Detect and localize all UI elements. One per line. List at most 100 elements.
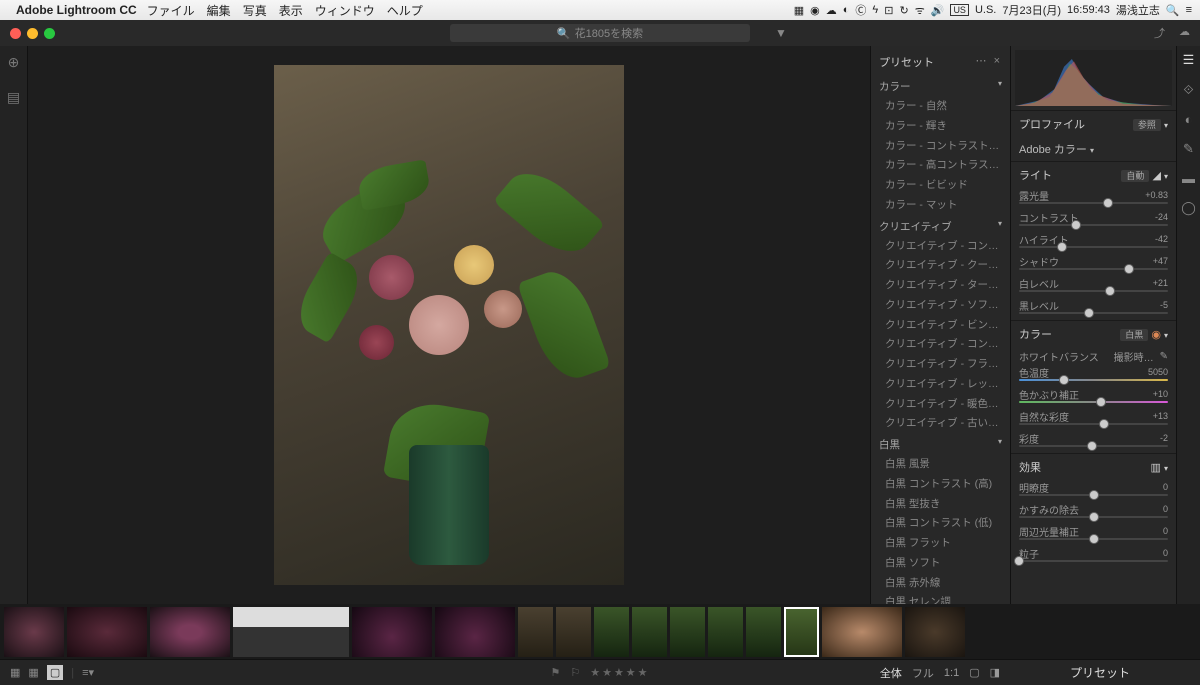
- thumbnail[interactable]: [352, 607, 432, 657]
- thumbnail[interactable]: [670, 607, 705, 657]
- preset-button[interactable]: プリセット: [1010, 664, 1190, 681]
- thumbnail[interactable]: [632, 607, 667, 657]
- flag-reject-icon[interactable]: ⚐: [570, 666, 580, 679]
- preset-item[interactable]: カラー - 高コントラスト…: [879, 156, 1002, 176]
- slider-track[interactable]: [1019, 202, 1168, 204]
- notification-icon[interactable]: ≡: [1186, 4, 1192, 16]
- bw-button[interactable]: 白黒: [1120, 329, 1148, 341]
- auto-button[interactable]: 自動: [1121, 170, 1149, 182]
- preset-item[interactable]: カラー - コントラスト (高): [879, 137, 1002, 157]
- wb-dropdown[interactable]: 撮影時…: [1114, 349, 1154, 364]
- status-icon[interactable]: ⊡: [884, 4, 893, 17]
- preset-item[interactable]: 白黒 セレン調: [879, 593, 1002, 604]
- slider-thumb[interactable]: [1096, 397, 1106, 407]
- preset-item[interactable]: 白黒 風景: [879, 455, 1002, 475]
- thumbnail[interactable]: [233, 607, 349, 657]
- thumbnail[interactable]: [708, 607, 743, 657]
- preset-item[interactable]: クリエイティブ - ターコ…: [879, 276, 1002, 296]
- slider-thumb[interactable]: [1087, 441, 1097, 451]
- status-icon[interactable]: ᯤ: [915, 3, 925, 18]
- rating-stars[interactable]: ★★★★★: [590, 666, 649, 679]
- slider-track[interactable]: [1019, 379, 1168, 381]
- profile-browse-button[interactable]: 参照: [1133, 119, 1161, 131]
- search-input[interactable]: 🔍 花1805を検索: [450, 24, 750, 42]
- preset-item[interactable]: 白黒 型抜き: [879, 495, 1002, 515]
- preset-item[interactable]: クリエイティブ - コント…: [879, 237, 1002, 257]
- chevron-down-icon[interactable]: ▾: [1164, 121, 1168, 130]
- slider-track[interactable]: [1019, 312, 1168, 314]
- thumbnail[interactable]: [594, 607, 629, 657]
- preset-item[interactable]: クリエイティブ - ビンテ…: [879, 316, 1002, 336]
- fullscreen-button[interactable]: [44, 28, 55, 39]
- minimize-button[interactable]: [27, 28, 38, 39]
- slider-thumb[interactable]: [1059, 375, 1069, 385]
- menu-edit[interactable]: 編集: [207, 2, 231, 19]
- slider-thumb[interactable]: [1057, 242, 1067, 252]
- preset-item[interactable]: クリエイティブ - ソフト…: [879, 296, 1002, 316]
- menu-photo[interactable]: 写真: [243, 2, 267, 19]
- menu-file[interactable]: ファイル: [147, 2, 195, 19]
- menu-help[interactable]: ヘルプ: [387, 2, 423, 19]
- preset-item[interactable]: 白黒 コントラスト (高): [879, 475, 1002, 495]
- grid-view-icon[interactable]: ▦: [28, 666, 38, 679]
- presets-close-icon[interactable]: ×: [994, 55, 1002, 67]
- color-section-title[interactable]: カラー: [1019, 326, 1052, 342]
- status-icon[interactable]: ϟ: [872, 4, 878, 16]
- add-photo-icon[interactable]: ⊕: [8, 54, 20, 71]
- close-button[interactable]: [10, 28, 21, 39]
- preset-item[interactable]: カラー - ビビッド: [879, 176, 1002, 196]
- slider-track[interactable]: [1019, 224, 1168, 226]
- heal-icon[interactable]: ◐: [1185, 112, 1193, 127]
- thumbnail-selected[interactable]: [784, 607, 819, 657]
- thumbnail[interactable]: [150, 607, 230, 657]
- slider-track[interactable]: [1019, 494, 1168, 496]
- thumbnail[interactable]: [67, 607, 147, 657]
- slider-thumb[interactable]: [1103, 198, 1113, 208]
- flag-pick-icon[interactable]: ⚑: [550, 666, 560, 679]
- linear-gradient-icon[interactable]: ▬: [1182, 171, 1195, 186]
- chevron-down-icon[interactable]: ▾: [1164, 464, 1168, 473]
- slider-thumb[interactable]: [1089, 512, 1099, 522]
- preset-group[interactable]: クリエイティブ▾: [879, 216, 1002, 237]
- status-icon[interactable]: ☁: [826, 4, 837, 17]
- histogram[interactable]: [1015, 50, 1172, 106]
- preset-item[interactable]: 白黒 ソフト: [879, 554, 1002, 574]
- preset-group[interactable]: カラー▾: [879, 76, 1002, 97]
- share-icon[interactable]: ⤴: [1154, 25, 1165, 41]
- thumbnail[interactable]: [822, 607, 902, 657]
- slider-thumb[interactable]: [1014, 556, 1024, 566]
- chevron-down-icon[interactable]: ▾: [1164, 172, 1168, 181]
- zoom-fit[interactable]: 全体: [880, 665, 902, 681]
- chevron-down-icon[interactable]: ▾: [1164, 331, 1168, 340]
- single-view-icon[interactable]: ▢: [47, 665, 63, 680]
- slider-track[interactable]: [1019, 445, 1168, 447]
- username[interactable]: 湯浅立志: [1116, 2, 1160, 18]
- slider-track[interactable]: [1019, 538, 1168, 540]
- cloud-icon[interactable]: ☁: [1179, 25, 1190, 41]
- slider-track[interactable]: [1019, 268, 1168, 270]
- chevron-down-icon[interactable]: ▾: [1090, 146, 1094, 155]
- preset-item[interactable]: クリエイティブ - 暖色シ…: [879, 395, 1002, 415]
- status-icon[interactable]: 🔊: [931, 4, 945, 17]
- preset-item[interactable]: クリエイティブ - レッド…: [879, 375, 1002, 395]
- preset-item[interactable]: クリエイティブ - クール…: [879, 256, 1002, 276]
- light-section-title[interactable]: ライト: [1019, 167, 1052, 183]
- slider-thumb[interactable]: [1124, 264, 1134, 274]
- status-icon[interactable]: ◉: [810, 4, 820, 17]
- menu-window[interactable]: ウィンドウ: [315, 2, 375, 19]
- zoom-fill[interactable]: フル: [912, 665, 934, 681]
- presets-more-icon[interactable]: ⋯: [976, 55, 989, 67]
- spotlight-icon[interactable]: 🔍: [1166, 4, 1180, 17]
- slider-thumb[interactable]: [1089, 490, 1099, 500]
- slider-track[interactable]: [1019, 246, 1168, 248]
- profile-value[interactable]: Adobe カラー: [1019, 144, 1087, 156]
- preset-item[interactable]: 白黒 赤外線: [879, 574, 1002, 594]
- tone-curve-icon[interactable]: ◢: [1152, 170, 1160, 182]
- sort-icon[interactable]: ≡▾: [82, 666, 94, 679]
- grid-view-icon[interactable]: ▦: [10, 666, 20, 679]
- thumbnail[interactable]: [4, 607, 64, 657]
- photo-canvas[interactable]: [28, 46, 870, 604]
- original-icon[interactable]: ▢: [969, 666, 979, 679]
- thumbnail[interactable]: [746, 607, 781, 657]
- color-mixer-icon[interactable]: ◉: [1151, 329, 1161, 341]
